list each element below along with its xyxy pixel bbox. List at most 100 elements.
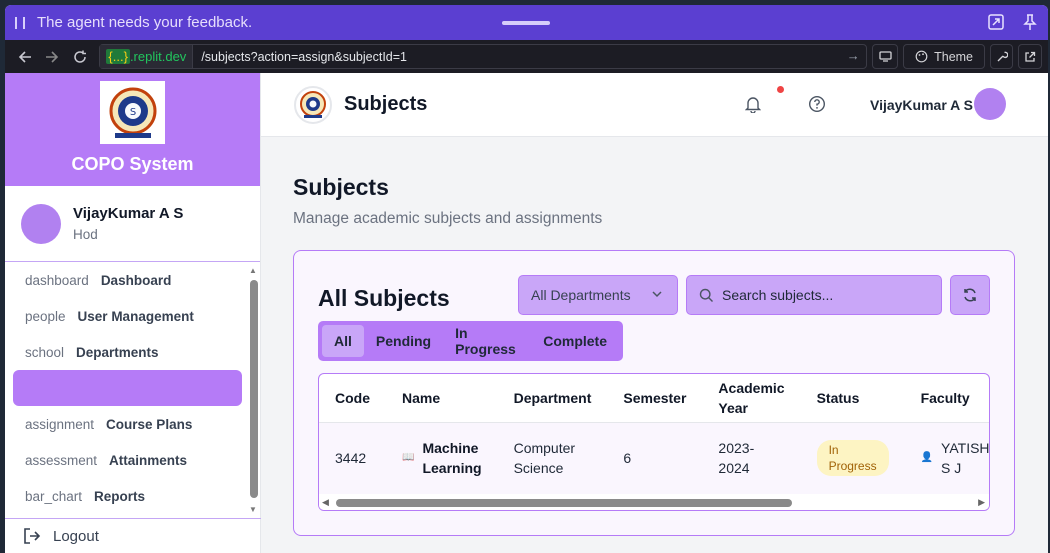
header-logo <box>294 85 332 124</box>
url-bar: {...} .replit.dev /subjects?action=assign… <box>5 40 1048 73</box>
scroll-left-icon[interactable]: ◀ <box>322 497 329 508</box>
column-header-semester: Semester <box>607 374 703 423</box>
sidebar-nav: dashboard Dashboard people User Manageme… <box>5 262 250 518</box>
sidebar-item-user-management[interactable]: people User Management <box>5 298 250 334</box>
forward-icon[interactable] <box>38 43 65 71</box>
sidebar-header: S COPO System <box>5 73 260 186</box>
address-field[interactable]: {...} .replit.dev /subjects?action=assign… <box>99 44 867 69</box>
refresh-button[interactable] <box>950 275 990 315</box>
header-avatar[interactable] <box>974 88 1006 120</box>
card-title: All Subjects <box>318 285 450 311</box>
sidebar: S COPO System VijayKumar A S Hod dashboa… <box>5 73 261 553</box>
open-external-icon[interactable] <box>1018 44 1042 69</box>
theme-button[interactable]: Theme <box>903 44 985 69</box>
search-placeholder: Search subjects... <box>722 287 834 303</box>
sidebar-item-dashboard[interactable]: dashboard Dashboard <box>5 262 250 298</box>
column-header-status: Status <box>800 374 905 423</box>
sidebar-item-subjects-active[interactable] <box>13 370 242 406</box>
scroll-up-icon[interactable]: ▲ <box>249 266 257 275</box>
people-icon: people <box>25 308 66 324</box>
scroll-down-icon[interactable]: ▼ <box>249 505 257 514</box>
sidebar-item-label: Dashboard <box>100 272 172 288</box>
palette-icon <box>915 50 928 63</box>
reload-icon[interactable] <box>66 43 93 71</box>
agent-feedback-banner: The agent needs your feedback. <box>5 5 1048 40</box>
sidebar-item-reports[interactable]: bar_chart Reports <box>5 478 250 514</box>
sidebar-item-departments[interactable]: school Departments <box>5 334 250 370</box>
subjects-table: Code Name Department Semester Academic Y… <box>319 374 990 494</box>
column-header-code: Code <box>319 374 386 423</box>
department-select-value: All Departments <box>531 287 631 303</box>
sidebar-user: VijayKumar A S Hod <box>5 186 260 262</box>
tab-all[interactable]: All <box>322 325 364 357</box>
svg-text:S: S <box>129 107 135 118</box>
status-badge: In Progress <box>816 440 889 477</box>
sidebar-item-label: Reports <box>94 488 146 504</box>
sidebar-item-label: User Management <box>77 308 194 324</box>
notification-dot <box>777 86 784 93</box>
sidebar-title: COPO System <box>71 154 194 174</box>
sidebar-scrollbar[interactable]: ▲ ▼ <box>248 266 260 514</box>
banner-text: The agent needs your feedback. <box>37 14 253 31</box>
cell-code: 3442 <box>319 422 386 494</box>
back-icon[interactable] <box>11 43 38 71</box>
logout-label: Logout <box>53 527 99 545</box>
page-subtitle: Manage academic subjects and assignments <box>293 210 603 227</box>
scrollbar-thumb[interactable] <box>250 280 258 498</box>
school-icon: school <box>25 344 65 360</box>
pause-icon[interactable] <box>15 16 25 29</box>
logout-icon <box>24 528 41 544</box>
app: S COPO System VijayKumar A S Hod dashboa… <box>5 73 1048 553</box>
domain-host: .replit.dev <box>129 49 187 64</box>
refresh-icon <box>964 288 976 302</box>
devices-icon[interactable] <box>871 44 899 69</box>
subject-name: Machine Learning <box>422 440 482 477</box>
go-arrow-icon[interactable]: → <box>847 48 860 63</box>
expand-icon[interactable] <box>987 13 1005 31</box>
cell-department: Computer Science <box>497 422 608 494</box>
main-content: Subjects Manage academic subjects and as… <box>261 137 1048 553</box>
table-header-row: Code Name Department Semester Academic Y… <box>319 374 989 423</box>
sidebar-item-course-plans[interactable]: assignment Course Plans <box>5 406 250 442</box>
tab-complete[interactable]: Complete <box>531 325 619 357</box>
search-icon <box>699 288 713 302</box>
avatar <box>21 203 61 244</box>
cell-status: In Progress <box>800 422 905 494</box>
scroll-right-icon[interactable]: ▶ <box>978 497 985 508</box>
header-title: Subjects <box>344 93 428 115</box>
logout-button[interactable]: Logout <box>5 518 261 553</box>
wrench-icon[interactable] <box>989 44 1014 69</box>
column-header-department: Department <box>497 374 608 423</box>
tab-in-progress[interactable]: In Progress <box>443 325 531 357</box>
search-input[interactable]: Search subjects... <box>686 275 942 315</box>
table-row[interactable]: 3442 📖 Machine Learning Computer Science… <box>319 422 990 494</box>
scrollbar-thumb[interactable] <box>336 499 792 507</box>
chevron-down-icon <box>652 291 662 298</box>
institution-logo: S <box>100 81 165 144</box>
pin-icon[interactable] <box>1021 13 1039 31</box>
cell-academic-year: 2023-2024 <box>702 422 801 494</box>
drag-handle[interactable] <box>502 21 550 25</box>
dashboard-icon: dashboard <box>25 272 89 288</box>
help-icon[interactable] <box>808 95 826 113</box>
user-name: VijayKumar A S <box>73 205 184 222</box>
table-horizontal-scrollbar[interactable]: ◀ ▶ <box>319 496 989 510</box>
cell-semester: 6 <box>607 422 703 494</box>
assignment-icon: assignment <box>25 416 95 432</box>
domain-chip[interactable]: {...} .replit.dev <box>100 45 194 68</box>
person-icon: 👤 <box>920 452 934 464</box>
header-user-name[interactable]: VijayKumar A S <box>870 97 973 113</box>
url-path[interactable]: /subjects?action=assign&subjectId=1 <box>193 50 407 64</box>
subjects-table-container: Code Name Department Semester Academic Y… <box>318 373 990 511</box>
department-select[interactable]: All Departments <box>518 275 678 315</box>
assessment-icon: assessment <box>25 452 98 468</box>
browser-window: The agent needs your feedback. {...} .rep… <box>5 5 1048 553</box>
bell-icon[interactable] <box>745 95 761 113</box>
domain-brace: {...} <box>106 49 130 64</box>
faculty-name: YATISH S J <box>941 440 990 477</box>
subjects-card: All Subjects All Departments Search subj… <box>293 250 1015 536</box>
column-header-faculty: Faculty <box>904 374 989 423</box>
tab-pending[interactable]: Pending <box>364 325 443 357</box>
sidebar-item-attainments[interactable]: assessment Attainments <box>5 442 250 478</box>
top-bar: Subjects VijayKumar A S <box>261 73 1048 137</box>
